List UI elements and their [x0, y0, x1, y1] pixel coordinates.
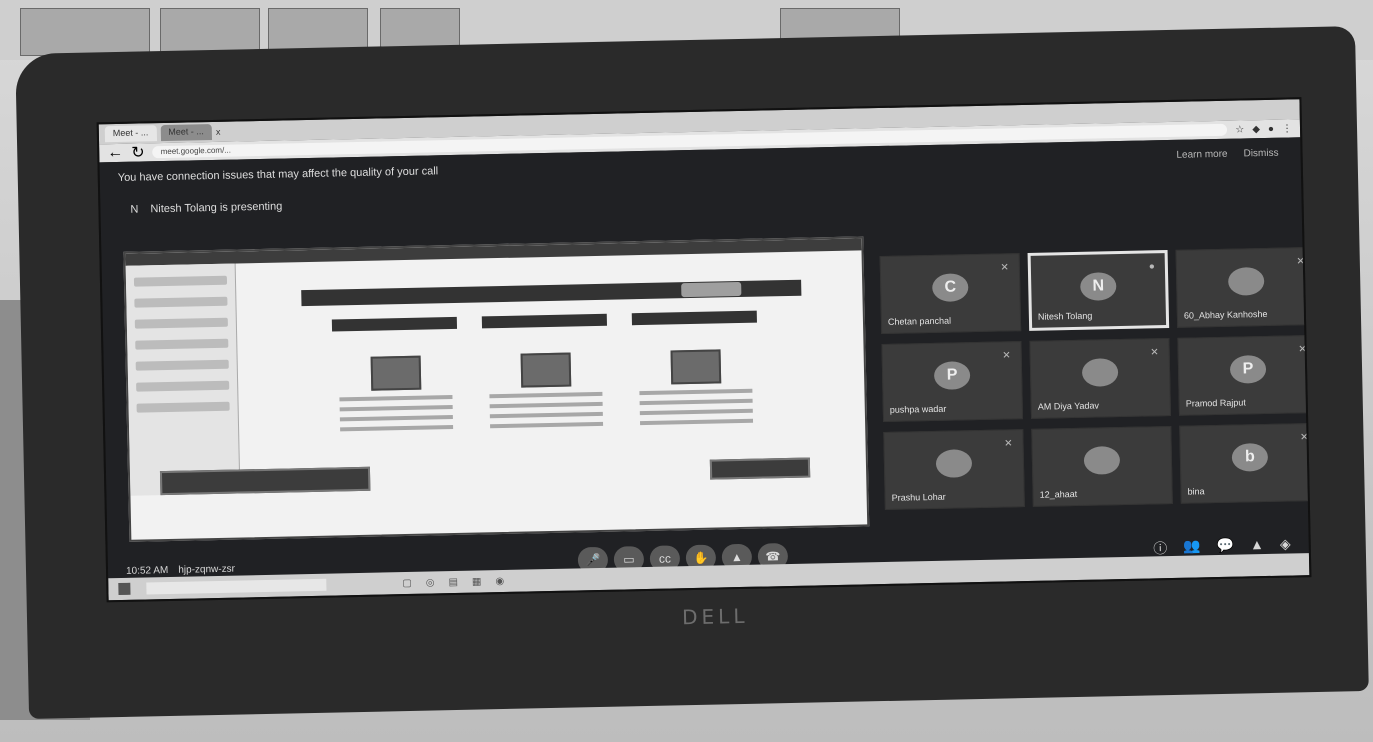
connection-warning: You have connection issues that may affe… [117, 165, 439, 184]
screen: Meet - ... Meet - ... x ← ↻ meet.google.… [96, 97, 1312, 603]
shared-screen-column [331, 316, 459, 432]
presenter-text: Nitesh Tolang is presenting [150, 200, 283, 216]
participant-name: pushpa wadar [889, 403, 947, 415]
meeting-code: hjp-zqnw-zsr [178, 563, 236, 576]
browser-toolbar: ☆ ◆ ● ⋮ [1235, 123, 1292, 135]
shared-screen [123, 236, 870, 542]
back-icon[interactable]: ← [107, 144, 123, 162]
avatar [1227, 266, 1265, 296]
wall-panel [20, 8, 150, 56]
mic-off-icon: ✕ [1296, 256, 1305, 268]
edge-icon[interactable]: ◎ [426, 577, 435, 588]
avatar: N [1079, 272, 1117, 301]
browser-tab[interactable]: Meet - ... [104, 125, 157, 143]
meet-window: You have connection issues that may affe… [99, 137, 1312, 603]
participant-name: AM Diya Yadav [1037, 400, 1100, 412]
presenter-initial: N [130, 203, 139, 216]
browser-tab[interactable]: Meet - ... [160, 124, 213, 142]
dismiss-button[interactable]: Dismiss [1243, 148, 1278, 160]
taskbar-apps: ▢ ◎ ▤ ▦ ◉ [402, 575, 504, 588]
taskbar-search[interactable] [146, 578, 327, 595]
participant-tile[interactable]: b ✕ bina [1179, 422, 1312, 504]
reload-icon[interactable]: ↻ [131, 142, 145, 162]
participant-name: bina [1187, 486, 1205, 497]
menu-icon[interactable]: ⋮ [1282, 123, 1292, 134]
participant-tile[interactable]: P ✕ Pramod Rajput [1177, 334, 1312, 416]
taskview-icon[interactable]: ▢ [402, 577, 412, 588]
chrome-icon[interactable]: ◉ [495, 575, 504, 586]
meeting-info: 10:52 AM hjp-zqnw-zsr [126, 564, 235, 577]
mic-off-icon: ✕ [1002, 350, 1011, 362]
monitor-brand-logo: DELL [681, 603, 749, 630]
learn-more-link[interactable]: Learn more [1176, 149, 1227, 161]
participant-tile[interactable]: C ✕ Chetan panchal [879, 253, 1022, 335]
participant-tile[interactable]: ✕ AM Diya Yadav [1029, 337, 1172, 419]
participant-name: Chetan panchal [887, 315, 952, 327]
folder-icon[interactable]: ▤ [448, 576, 458, 587]
close-tab-icon[interactable]: x [216, 127, 221, 137]
avatar: P [1229, 354, 1267, 384]
participant-tile[interactable]: ✕ 60_Abhay Kanhoshe [1175, 246, 1312, 328]
shared-screen-titlebar [125, 238, 862, 266]
participant-tile[interactable]: N ● Nitesh Tolang [1027, 250, 1170, 331]
extension-icon[interactable]: ◆ [1252, 124, 1260, 135]
avatar [1083, 446, 1121, 475]
shared-screen-sidebar [125, 263, 241, 496]
mic-off-icon: ✕ [1004, 438, 1013, 450]
store-icon[interactable]: ▦ [472, 576, 482, 587]
shared-screen-column [631, 310, 759, 426]
participant-grid: C ✕ Chetan panchal N ● Nitesh Tolang ✕ 6… [879, 246, 1312, 516]
start-icon[interactable] [118, 582, 131, 596]
profile-icon[interactable]: ● [1268, 123, 1274, 134]
avatar: C [931, 273, 969, 302]
warning-actions: Learn more Dismiss [1176, 148, 1278, 161]
shared-screen-footer-button [709, 457, 811, 480]
shared-screen-footer [159, 466, 371, 496]
avatar: b [1231, 442, 1269, 472]
participant-tile[interactable]: 12_ahaat [1031, 425, 1173, 507]
meeting-time: 10:52 AM [125, 565, 169, 577]
participant-tile[interactable]: P ✕ pushpa wadar [881, 341, 1024, 423]
participant-tile[interactable]: ✕ Prashu Lohar [883, 429, 1025, 510]
mic-off-icon: ✕ [1000, 262, 1009, 274]
speaking-icon: ● [1148, 261, 1156, 273]
mic-off-icon: ✕ [1299, 432, 1309, 444]
shared-screen-button [681, 281, 742, 298]
avatar [1081, 358, 1119, 387]
monitor: Meet - ... Meet - ... x ← ↻ meet.google.… [15, 26, 1369, 719]
mic-off-icon: ✕ [1298, 344, 1307, 356]
participant-name: 60_Abhay Kanhoshe [1183, 308, 1268, 321]
photo-scene: Meet - ... Meet - ... x ← ↻ meet.google.… [0, 0, 1373, 742]
avatar [935, 449, 973, 478]
star-icon[interactable]: ☆ [1235, 124, 1244, 135]
participant-name: Pramod Rajput [1185, 397, 1246, 409]
avatar: P [933, 361, 971, 390]
shared-screen-column [481, 313, 609, 429]
mic-off-icon: ✕ [1150, 347, 1159, 359]
participant-name: 12_ahaat [1039, 488, 1078, 500]
participant-name: Prashu Lohar [891, 491, 946, 503]
participant-name: Nitesh Tolang [1037, 310, 1093, 322]
presenter-banner: N Nitesh Tolang is presenting [130, 201, 282, 216]
